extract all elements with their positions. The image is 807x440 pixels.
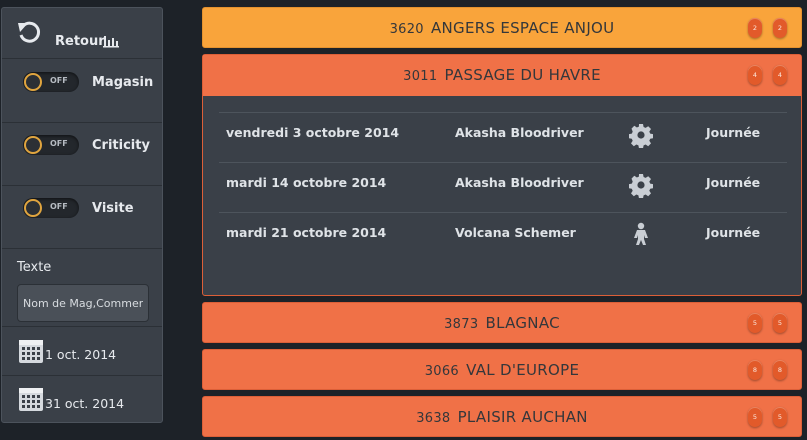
count-badge: 4: [773, 65, 787, 85]
count-badge: 2: [773, 18, 787, 38]
toggle-state: OFF: [50, 76, 68, 85]
visit-person: Akasha Bloodriver: [455, 125, 584, 140]
store-number: 3620: [389, 22, 424, 37]
visit-person: Volcana Schemer: [455, 225, 576, 240]
filter-sidebar: Retour OFF Magasin OFF Criticity OFF Vis…: [1, 7, 163, 423]
gear-icon: [628, 172, 654, 199]
visit-row[interactable]: mardi 14 octobre 2014 Akasha Bloodriver …: [219, 162, 787, 212]
toggle-knob: [24, 73, 42, 91]
back-button[interactable]: Retour: [2, 8, 162, 58]
gear-icon: [628, 122, 654, 149]
count-badge: 8: [748, 360, 762, 380]
visit-period: Journée: [706, 175, 761, 190]
store-title: 3011 PASSAGE DU HAVRE: [203, 66, 801, 84]
calendar-icon[interactable]: [18, 386, 44, 412]
store-number: 3638: [416, 411, 451, 426]
count-badge: 5: [748, 313, 762, 333]
magasin-label: Magasin: [92, 75, 154, 90]
store-row-3638[interactable]: 3638 PLAISIR AUCHAN 5 5: [202, 396, 802, 437]
count-badge: 5: [773, 313, 787, 333]
store-row-3873[interactable]: 3873 BLAGNAC 5 5: [202, 302, 802, 343]
count-badge: 4: [748, 65, 762, 85]
end-date: 31 oct. 2014: [45, 396, 125, 411]
store-row-3011[interactable]: 3011 PASSAGE DU HAVRE 4 4: [203, 55, 801, 96]
visit-date: vendredi 3 octobre 2014: [226, 125, 400, 140]
store-row-3066[interactable]: 3066 VAL D'EUROPE 8 8: [202, 349, 802, 390]
calendar-icon[interactable]: [18, 338, 44, 364]
criticity-toggle[interactable]: OFF: [23, 135, 79, 155]
undo-icon: [18, 21, 41, 43]
visit-period: Journée: [706, 225, 761, 240]
visite-toggle[interactable]: OFF: [23, 198, 79, 218]
store-title: 3638 PLAISIR AUCHAN: [203, 408, 801, 426]
back-label: Retour: [55, 34, 105, 49]
visit-person: Akasha Bloodriver: [455, 175, 584, 190]
visit-period: Journée: [706, 125, 761, 140]
visit-row[interactable]: mardi 21 octobre 2014 Volcana Schemer Jo…: [219, 212, 787, 262]
count-badge: 5: [748, 407, 762, 427]
store-title: 3066 VAL D'EUROPE: [203, 361, 801, 379]
count-badge: 2: [748, 18, 762, 38]
store-panel-3011: 3011 PASSAGE DU HAVRE 4 4 vendredi 3 oct…: [202, 54, 802, 296]
toggle-row-visite: OFF Visite: [2, 185, 162, 248]
count-badge: 5: [773, 407, 787, 427]
texte-label: Texte: [17, 260, 52, 275]
person-icon: [629, 222, 653, 248]
visit-date: mardi 21 octobre 2014: [226, 225, 387, 240]
start-date-row[interactable]: 1 oct. 2014: [2, 326, 162, 375]
store-name: BLAGNAC: [485, 314, 560, 332]
store-number: 3011: [403, 69, 438, 84]
visit-date: mardi 14 octobre 2014: [226, 175, 387, 190]
toggle-knob: [24, 199, 42, 217]
visit-row[interactable]: vendredi 3 octobre 2014 Akasha Bloodrive…: [219, 112, 787, 162]
count-badge: 8: [773, 360, 787, 380]
store-name: VAL D'EUROPE: [466, 361, 580, 379]
store-row-3620[interactable]: 3620 ANGERS ESPACE ANJOU 2 2: [202, 7, 802, 48]
visite-label: Visite: [92, 201, 134, 216]
store-name: ANGERS ESPACE ANJOU: [430, 19, 615, 37]
toggle-state: OFF: [50, 202, 68, 211]
start-date: 1 oct. 2014: [45, 347, 117, 362]
toggle-row-criticity: OFF Criticity: [2, 122, 162, 185]
magasin-toggle[interactable]: OFF: [23, 72, 79, 92]
store-title: 3620 ANGERS ESPACE ANJOU: [203, 19, 801, 37]
store-name: PASSAGE DU HAVRE: [444, 66, 601, 84]
end-date-row[interactable]: 31 oct. 2014: [2, 375, 162, 422]
toggle-knob: [24, 136, 42, 154]
bar-chart-icon[interactable]: [103, 34, 119, 48]
toggle-state: OFF: [50, 139, 68, 148]
toggle-row-magasin: OFF Magasin: [2, 58, 162, 122]
search-input[interactable]: [17, 284, 149, 322]
store-number: 3873: [444, 317, 479, 332]
store-title: 3873 BLAGNAC: [203, 314, 801, 332]
store-name: PLAISIR AUCHAN: [457, 408, 588, 426]
criticity-label: Criticity: [92, 138, 150, 153]
store-number: 3066: [424, 364, 460, 379]
